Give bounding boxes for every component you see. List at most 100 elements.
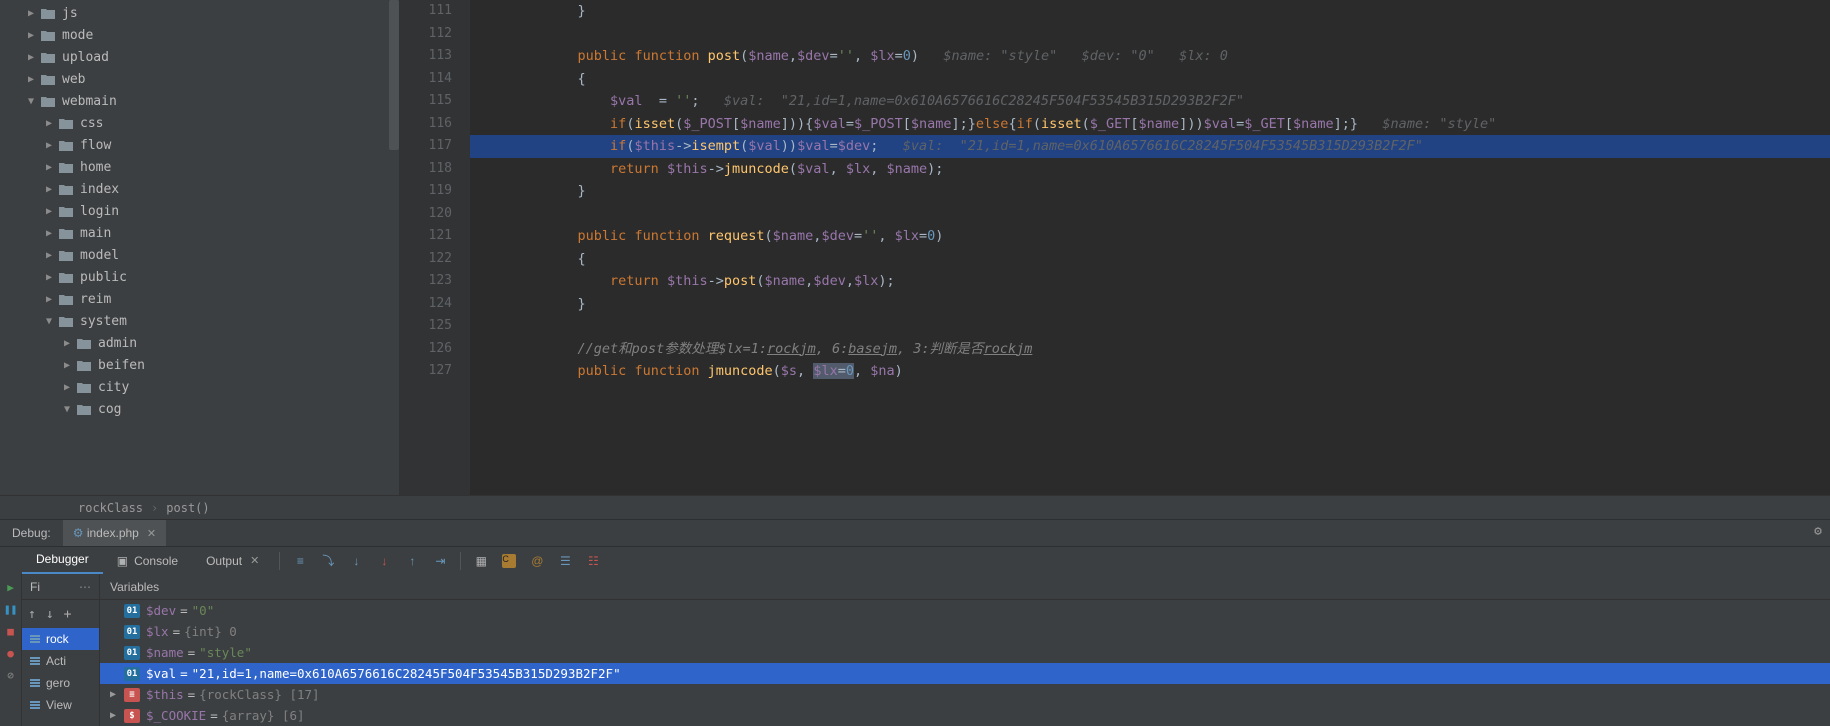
- frame-item[interactable]: View: [22, 694, 99, 716]
- variable-row[interactable]: 01$dev = "0": [100, 600, 1830, 621]
- chevron-icon[interactable]: ▶: [42, 162, 56, 173]
- step-over-button[interactable]: ⤵: [314, 549, 342, 573]
- tree-item-mode[interactable]: ▶mode: [0, 24, 399, 46]
- tree-item-css[interactable]: ▶css: [0, 112, 399, 134]
- pause-button[interactable]: ❚❚: [2, 600, 20, 618]
- tree-item-beifen[interactable]: ▶beifen: [0, 354, 399, 376]
- chevron-icon[interactable]: ▶: [42, 228, 56, 239]
- chevron-icon[interactable]: ▶: [24, 8, 38, 19]
- close-icon[interactable]: ✕: [250, 554, 259, 567]
- resume-button[interactable]: ▶: [2, 578, 20, 596]
- frame-item[interactable]: rock: [22, 628, 99, 650]
- tree-item-reim[interactable]: ▶reim: [0, 288, 399, 310]
- close-icon[interactable]: ✕: [147, 527, 156, 540]
- frames-more-icon[interactable]: ⋯: [79, 580, 91, 594]
- chevron-icon[interactable]: ▶: [42, 250, 56, 261]
- variable-row[interactable]: ▶$$_COOKIE = {array} [6]: [100, 705, 1830, 726]
- code-line-116[interactable]: if(isset($_POST[$name])){$val=$_POST[$na…: [470, 113, 1830, 136]
- tree-item-flow[interactable]: ▶flow: [0, 134, 399, 156]
- tree-item-cog[interactable]: ▼cog: [0, 398, 399, 420]
- code-line-111[interactable]: }: [470, 0, 1830, 23]
- frame-up-button[interactable]: ↑: [28, 607, 36, 622]
- chevron-icon[interactable]: ▶: [110, 689, 124, 700]
- breadcrumb[interactable]: rockClass › post(): [0, 495, 1830, 519]
- list-button[interactable]: ☰: [551, 549, 579, 573]
- frame-add-button[interactable]: +: [64, 607, 72, 622]
- code-line-114[interactable]: {: [470, 68, 1830, 91]
- tree-item-home[interactable]: ▶home: [0, 156, 399, 178]
- chevron-icon[interactable]: ▶: [42, 294, 56, 305]
- tree-item-index[interactable]: ▶index: [0, 178, 399, 200]
- view-breakpoints-button[interactable]: ●: [2, 644, 20, 662]
- breadcrumb-method[interactable]: post(): [166, 501, 209, 515]
- project-tree[interactable]: ▶js▶mode▶upload▶web▼webmain▶css▶flow▶hom…: [0, 0, 400, 495]
- chevron-icon[interactable]: ▼: [60, 404, 74, 415]
- code-line-120[interactable]: [470, 203, 1830, 226]
- code-line-112[interactable]: [470, 23, 1830, 46]
- code-line-119[interactable]: }: [470, 180, 1830, 203]
- chevron-icon[interactable]: ▼: [24, 96, 38, 107]
- code-line-125[interactable]: [470, 315, 1830, 338]
- mark-button[interactable]: C: [495, 549, 523, 573]
- code-line-115[interactable]: $val = ''; $val: "21,id=1,name=0x610A657…: [470, 90, 1830, 113]
- add-watch-button[interactable]: ☷: [579, 549, 607, 573]
- tree-item-admin[interactable]: ▶admin: [0, 332, 399, 354]
- tree-item-main[interactable]: ▶main: [0, 222, 399, 244]
- chevron-icon[interactable]: ▶: [42, 184, 56, 195]
- code-line-118[interactable]: return $this->jmuncode($val, $lx, $name)…: [470, 158, 1830, 181]
- step-out-button[interactable]: ↑: [398, 549, 426, 573]
- step-into-button[interactable]: ↓: [342, 549, 370, 573]
- frame-item[interactable]: gero: [22, 672, 99, 694]
- chevron-icon[interactable]: ▶: [42, 206, 56, 217]
- run-to-cursor-button[interactable]: ⇥: [426, 549, 454, 573]
- chevron-icon[interactable]: ▶: [60, 338, 74, 349]
- console-tab[interactable]: ▣ Console: [103, 547, 192, 575]
- tree-item-login[interactable]: ▶login: [0, 200, 399, 222]
- code-line-127[interactable]: public function jmuncode($s, $lx=0, $na): [470, 360, 1830, 383]
- code-line-122[interactable]: {: [470, 248, 1830, 271]
- variable-row[interactable]: 01$name = "style": [100, 642, 1830, 663]
- debugger-tab[interactable]: Debugger: [22, 547, 103, 575]
- chevron-icon[interactable]: ▶: [42, 272, 56, 283]
- chevron-icon[interactable]: ▶: [42, 118, 56, 129]
- tree-item-webmain[interactable]: ▼webmain: [0, 90, 399, 112]
- code-area[interactable]: } public function post($name,$dev='', $l…: [470, 0, 1830, 495]
- debug-settings-button[interactable]: ⚙: [1814, 524, 1822, 539]
- at-button[interactable]: @: [523, 549, 551, 573]
- tree-item-system[interactable]: ▼system: [0, 310, 399, 332]
- code-line-126[interactable]: //get和post参数处理$lx=1:rockjm, 6:basejm, 3:…: [470, 338, 1830, 361]
- code-line-121[interactable]: public function request($name,$dev='', $…: [470, 225, 1830, 248]
- code-line-117[interactable]: if($this->isempt($val))$val=$dev; $val: …: [470, 135, 1830, 158]
- tree-item-web[interactable]: ▶web: [0, 68, 399, 90]
- mute-breakpoints-button[interactable]: ⊘: [2, 666, 20, 684]
- debug-session-tab[interactable]: ⚙ index.php ✕: [63, 520, 166, 546]
- tree-item-public[interactable]: ▶public: [0, 266, 399, 288]
- code-line-124[interactable]: }: [470, 293, 1830, 316]
- force-step-into-button[interactable]: ↓: [370, 549, 398, 573]
- tree-item-js[interactable]: ▶js: [0, 2, 399, 24]
- chevron-icon[interactable]: ▶: [60, 360, 74, 371]
- chevron-icon[interactable]: ▶: [60, 382, 74, 393]
- tree-item-model[interactable]: ▶model: [0, 244, 399, 266]
- frame-down-button[interactable]: ↓: [46, 607, 54, 622]
- frame-item[interactable]: Acti: [22, 650, 99, 672]
- variable-row[interactable]: ▶≡$this = {rockClass} [17]: [100, 684, 1830, 705]
- variable-row[interactable]: 01$val = "21,id=1,name=0x610A6576616C282…: [100, 663, 1830, 684]
- chevron-icon[interactable]: ▼: [42, 316, 56, 327]
- variable-row[interactable]: 01$lx = {int} 0: [100, 621, 1830, 642]
- evaluate-button[interactable]: ▦: [467, 549, 495, 573]
- chevron-icon[interactable]: ▶: [24, 74, 38, 85]
- chevron-icon[interactable]: ▶: [24, 52, 38, 63]
- code-line-113[interactable]: public function post($name,$dev='', $lx=…: [470, 45, 1830, 68]
- code-line-123[interactable]: return $this->post($name,$dev,$lx);: [470, 270, 1830, 293]
- sidebar-scrollbar[interactable]: [389, 0, 399, 150]
- tree-item-city[interactable]: ▶city: [0, 376, 399, 398]
- output-tab[interactable]: Output ✕: [192, 547, 273, 575]
- chevron-icon[interactable]: ▶: [110, 710, 124, 721]
- resume-evaluate-button[interactable]: ≡: [286, 549, 314, 573]
- chevron-icon[interactable]: ▶: [24, 30, 38, 41]
- breadcrumb-class[interactable]: rockClass: [78, 501, 143, 515]
- tree-item-upload[interactable]: ▶upload: [0, 46, 399, 68]
- stop-button[interactable]: ■: [2, 622, 20, 640]
- chevron-icon[interactable]: ▶: [42, 140, 56, 151]
